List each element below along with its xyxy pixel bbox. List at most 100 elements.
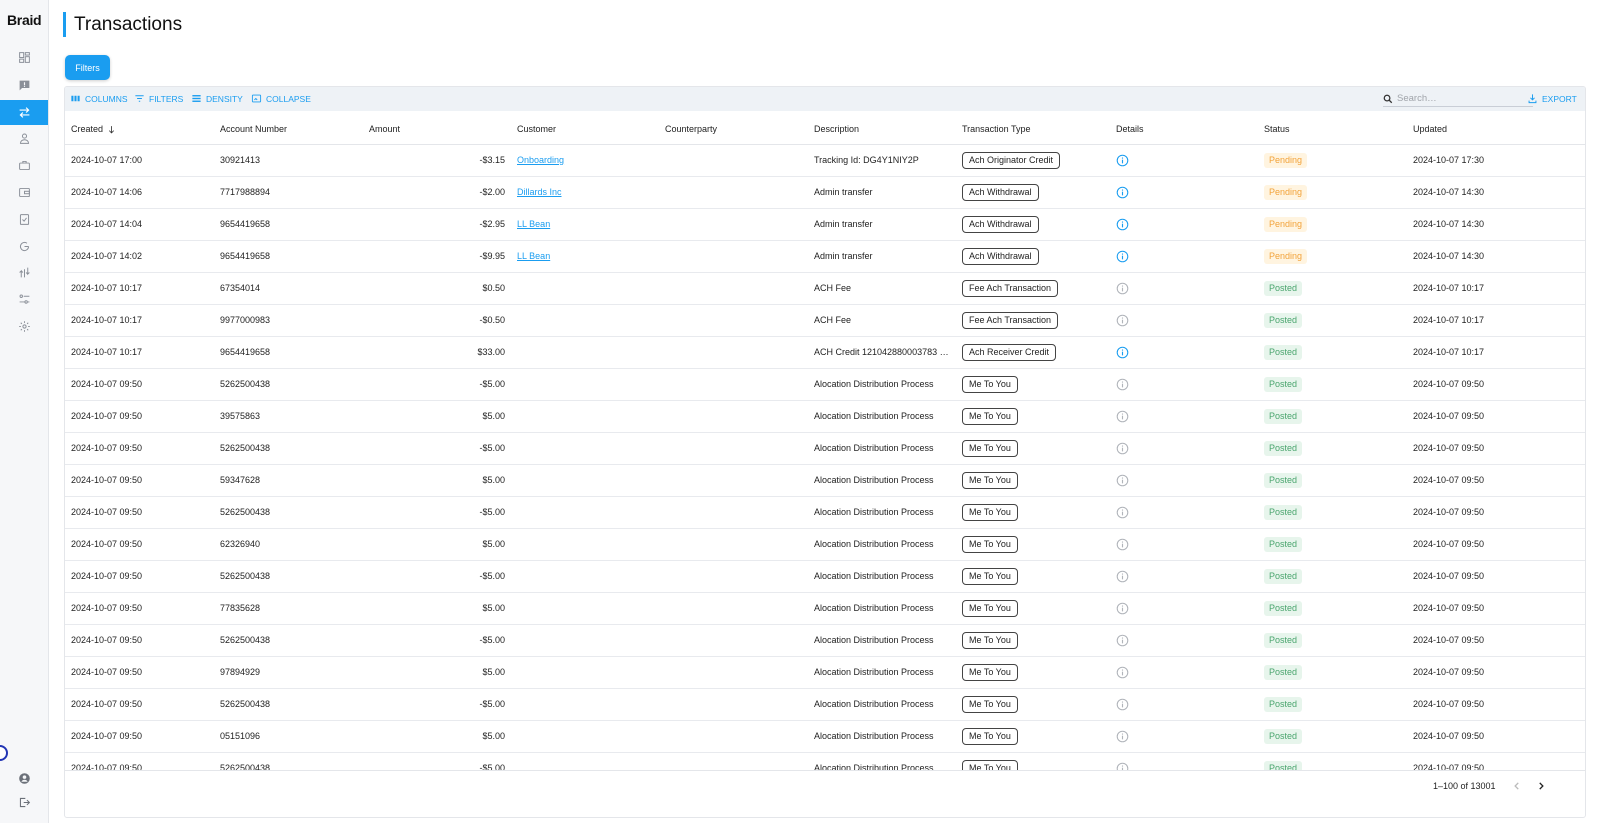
export-button[interactable]: EXPORT bbox=[1527, 93, 1577, 104]
sort-down-icon[interactable] bbox=[107, 125, 116, 134]
info-icon[interactable] bbox=[1116, 346, 1129, 359]
status-badge: Posted bbox=[1264, 409, 1303, 424]
table-row[interactable]: 2024-10-07 10:17 9654419658 $33.00 ACH Cred… bbox=[65, 337, 1585, 369]
cell-amount: $5.00 bbox=[482, 667, 505, 677]
table-row[interactable]: 2024-10-07 09:50 5262500438 -$5.00 Alocatio… bbox=[65, 433, 1585, 465]
nav-settings[interactable] bbox=[0, 314, 48, 339]
status-badge: Posted bbox=[1264, 313, 1303, 328]
prev-page-button[interactable] bbox=[1510, 779, 1524, 793]
grid-footer: 1–100 of 13001 bbox=[65, 770, 1585, 817]
col-counterparty[interactable]: Counterparty bbox=[665, 124, 717, 134]
customer-link[interactable]: Dillards Inc bbox=[517, 187, 562, 197]
column-headers: Created Account Number Amount Customer C… bbox=[65, 111, 1585, 145]
cell-updated: 2024-10-07 10:17 bbox=[1413, 283, 1485, 293]
cell-created: 2024-10-07 14:04 bbox=[71, 219, 143, 229]
info-icon bbox=[1116, 666, 1129, 679]
cell-description: Alocation Distribution Process bbox=[814, 539, 934, 549]
col-account-number[interactable]: Account Number bbox=[220, 124, 287, 134]
table-row[interactable]: 2024-10-07 09:50 5262500438 -$5.00 Alocatio… bbox=[65, 689, 1585, 721]
search-input[interactable] bbox=[1397, 93, 1517, 104]
table-row[interactable]: 2024-10-07 09:50 5262500438 -$5.00 Alocatio… bbox=[65, 369, 1585, 401]
table-row[interactable]: 2024-10-07 09:50 97894929 $5.00 Alocation D… bbox=[65, 657, 1585, 689]
table-row[interactable]: 2024-10-07 14:06 7717988894 -$2.00 Dillards… bbox=[65, 177, 1585, 209]
nav-feedback[interactable] bbox=[0, 73, 48, 98]
cell-created: 2024-10-07 09:50 bbox=[71, 603, 143, 613]
nav-account[interactable] bbox=[0, 766, 48, 791]
table-row[interactable]: 2024-10-07 09:50 05151096 $5.00 Alocation D… bbox=[65, 721, 1585, 753]
transaction-type-chip: Me To You bbox=[962, 376, 1018, 393]
transaction-type-chip: Ach Withdrawal bbox=[962, 184, 1039, 201]
col-status[interactable]: Status bbox=[1264, 124, 1290, 134]
nav-sync[interactable] bbox=[0, 234, 48, 259]
cell-amount: -$2.00 bbox=[479, 187, 505, 197]
nav-routing[interactable] bbox=[0, 260, 48, 285]
filters-button[interactable]: Filters bbox=[65, 55, 110, 80]
columns-button[interactable]: COLUMNS bbox=[70, 93, 128, 104]
nav-business[interactable] bbox=[0, 153, 48, 178]
col-created[interactable]: Created bbox=[71, 124, 116, 134]
table-row[interactable]: 2024-10-07 09:50 62326940 $5.00 Alocation D… bbox=[65, 529, 1585, 561]
col-transaction-type[interactable]: Transaction Type bbox=[962, 124, 1031, 134]
filters-toolbar-button[interactable]: FILTERS bbox=[134, 93, 183, 104]
table-row[interactable]: 2024-10-07 09:50 5262500438 -$5.00 Alocatio… bbox=[65, 753, 1585, 770]
cell-description: ACH Fee bbox=[814, 283, 852, 293]
transfer-icon bbox=[19, 107, 29, 118]
nav-controls[interactable] bbox=[0, 287, 48, 312]
info-icon[interactable] bbox=[1116, 250, 1129, 263]
col-amount[interactable]: Amount bbox=[369, 124, 400, 134]
customer-link[interactable]: LL Bean bbox=[517, 219, 550, 229]
cell-amount: $5.00 bbox=[482, 539, 505, 549]
cell-updated: 2024-10-07 17:30 bbox=[1413, 155, 1485, 165]
next-page-button[interactable] bbox=[1534, 779, 1548, 793]
table-row[interactable]: 2024-10-07 14:04 9654419658 -$2.95 LL Bean A… bbox=[65, 209, 1585, 241]
table-row[interactable]: 2024-10-07 09:50 5262500438 -$5.00 Alocatio… bbox=[65, 625, 1585, 657]
col-details[interactable]: Details bbox=[1116, 124, 1144, 134]
cell-updated: 2024-10-07 09:50 bbox=[1413, 667, 1485, 677]
cell-account-number: 77835628 bbox=[220, 603, 261, 613]
cell-updated: 2024-10-07 09:50 bbox=[1413, 571, 1485, 581]
cell-amount: -$2.95 bbox=[479, 219, 505, 229]
table-row[interactable]: 2024-10-07 09:50 59347628 $5.00 Alocation D… bbox=[65, 465, 1585, 497]
cell-updated: 2024-10-07 09:50 bbox=[1413, 731, 1485, 741]
table-row[interactable]: 2024-10-07 10:17 9977000983 -$0.50 ACH Fee F… bbox=[65, 305, 1585, 337]
feedback-icon bbox=[19, 80, 29, 91]
col-description[interactable]: Description bbox=[814, 124, 859, 134]
transaction-type-chip: Ach Withdrawal bbox=[962, 216, 1039, 233]
cell-description: Alocation Distribution Process bbox=[814, 411, 934, 421]
nav-transactions[interactable] bbox=[0, 100, 48, 125]
table-row[interactable]: 2024-10-07 09:50 5262500438 -$5.00 Alocatio… bbox=[65, 561, 1585, 593]
nav-customers[interactable] bbox=[0, 126, 48, 151]
table-row[interactable]: 2024-10-07 09:50 39575863 $5.00 Alocation D… bbox=[65, 401, 1585, 433]
table-row[interactable]: 2024-10-07 14:02 9654419658 -$9.95 LL Bean A… bbox=[65, 241, 1585, 273]
cell-created: 2024-10-07 09:50 bbox=[71, 539, 143, 549]
cell-amount: $33.00 bbox=[477, 347, 505, 357]
cell-description: Tracking Id: DG4Y1NIY2P bbox=[814, 155, 919, 165]
nav-logout[interactable] bbox=[0, 790, 48, 815]
collapse-button[interactable]: COLLAPSE bbox=[251, 93, 311, 104]
sync-icon bbox=[19, 242, 29, 252]
search-field[interactable] bbox=[1383, 91, 1533, 107]
table-row[interactable]: 2024-10-07 17:00 30921413 -$3.15 Onboarding… bbox=[65, 145, 1585, 177]
nav-tasks[interactable] bbox=[0, 207, 48, 232]
info-icon[interactable] bbox=[1116, 186, 1129, 199]
table-row[interactable]: 2024-10-07 09:50 77835628 $5.00 Alocation D… bbox=[65, 593, 1585, 625]
customer-link[interactable]: Onboarding bbox=[517, 155, 564, 165]
nav-dashboard[interactable] bbox=[0, 45, 48, 70]
nav-accounts[interactable] bbox=[0, 180, 48, 205]
info-icon bbox=[1116, 698, 1129, 711]
col-customer[interactable]: Customer bbox=[517, 124, 556, 134]
density-button[interactable]: DENSITY bbox=[191, 93, 243, 104]
table-row[interactable]: 2024-10-07 09:50 5262500438 -$5.00 Alocatio… bbox=[65, 497, 1585, 529]
info-icon[interactable] bbox=[1116, 218, 1129, 231]
cell-description: Alocation Distribution Process bbox=[814, 635, 934, 645]
braid-logo[interactable]: Braid bbox=[7, 12, 42, 28]
info-icon[interactable] bbox=[1116, 154, 1129, 167]
col-updated[interactable]: Updated bbox=[1413, 124, 1447, 134]
transaction-type-chip: Fee Ach Transaction bbox=[962, 312, 1059, 329]
customer-link[interactable]: LL Bean bbox=[517, 251, 550, 261]
chevron-right-icon bbox=[1539, 782, 1544, 790]
status-badge: Posted bbox=[1264, 569, 1303, 584]
cell-amount: -$0.50 bbox=[479, 315, 505, 325]
table-row[interactable]: 2024-10-07 10:17 67354014 $0.50 ACH Fee Fee … bbox=[65, 273, 1585, 305]
routing-icon bbox=[18, 267, 30, 278]
